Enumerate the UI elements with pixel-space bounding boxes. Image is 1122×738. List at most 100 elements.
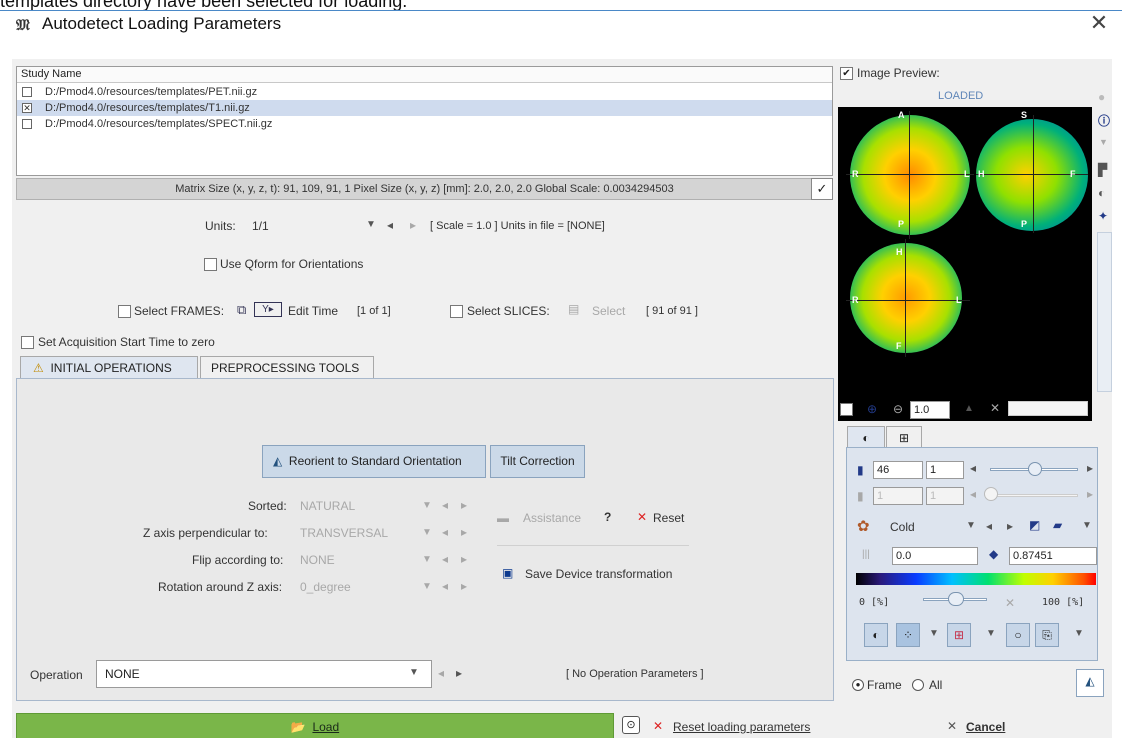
tab-preprocessing-tools[interactable]: PREPROCESSING TOOLS	[200, 356, 374, 380]
export-menu-icon[interactable]: ▼	[1074, 628, 1084, 639]
slice-next-icon[interactable]: ▸	[1087, 461, 1093, 475]
circle-tool-button[interactable]: ○	[1006, 623, 1030, 647]
frame-slider[interactable]	[990, 494, 1078, 497]
select-frames-checkbox[interactable]	[118, 305, 131, 318]
operation-dropdown-icon[interactable]: ▼	[409, 667, 419, 678]
grid-tool-button[interactable]: ⊞	[947, 623, 971, 647]
confirm-check-icon[interactable]: ✓	[811, 178, 833, 200]
lut-next-icon[interactable]: ▸	[1007, 519, 1013, 533]
lut-export-icon[interactable]: ▰	[1053, 518, 1062, 532]
edit-time-button[interactable]: Edit Time	[288, 304, 338, 318]
frame-prev-icon[interactable]: ◂	[970, 487, 976, 501]
rotation-prev-icon[interactable]: ◂	[442, 579, 448, 593]
grid-menu-icon[interactable]: ▼	[986, 628, 996, 639]
export-tool-button[interactable]: ⎘	[1035, 623, 1059, 647]
frame-slider-handle[interactable]	[984, 487, 998, 501]
drop-icon[interactable]: ◆	[989, 547, 998, 561]
operation-select[interactable]: NONE	[96, 660, 432, 688]
range-clear-icon[interactable]: ✕	[1005, 596, 1015, 610]
zoom-input[interactable]: 1.0	[910, 401, 950, 419]
lut-invert-icon[interactable]: ◩	[1029, 518, 1040, 532]
load-button[interactable]: 📂 Load	[16, 713, 614, 738]
slices-select-button[interactable]: Select	[592, 304, 625, 318]
zaxis-value[interactable]: TRANSVERSAL	[300, 526, 388, 540]
operation-next-icon[interactable]: ▸	[456, 666, 462, 680]
slice-prev-icon[interactable]: ◂	[970, 461, 976, 475]
study-row[interactable]: D:/Pmod4.0/resources/templates/PET.nii.g…	[17, 84, 832, 100]
frame-input[interactable]: 1	[873, 487, 923, 505]
transversal-slice[interactable]	[850, 115, 970, 235]
acq-start-checkbox[interactable]	[21, 336, 34, 349]
units-next-icon[interactable]: ▸	[410, 218, 416, 232]
preview-scrollbar[interactable]	[1097, 232, 1112, 392]
units-prev-icon[interactable]: ◂	[387, 218, 393, 232]
rotation-value[interactable]: 0_degree	[300, 580, 351, 594]
reset-params-button[interactable]: Reset loading parameters	[673, 720, 810, 734]
all-radio[interactable]	[912, 679, 924, 691]
assistance-button[interactable]: Assistance	[523, 511, 581, 525]
close-window-button[interactable]: ✕	[1086, 10, 1112, 36]
slice-input[interactable]: 46	[873, 461, 923, 479]
crosshair-tool-icon[interactable]: ✦	[1098, 209, 1108, 223]
apply-orientation-button[interactable]: ◭	[1076, 669, 1104, 697]
units-dropdown-icon[interactable]: ▼	[366, 219, 376, 230]
reorient-button[interactable]: ◭ Reorient to Standard Orientation	[262, 445, 486, 478]
cancel-button[interactable]: Cancel	[966, 720, 1005, 734]
frame-next-icon[interactable]: ▸	[1087, 487, 1093, 501]
flip-value[interactable]: NONE	[300, 553, 335, 567]
slice-step-input[interactable]: 1	[926, 461, 964, 479]
zoom-clear-icon[interactable]: ✕	[990, 401, 1000, 415]
coronal-slice[interactable]	[850, 243, 962, 353]
info-icon[interactable]: ⓘ	[1098, 112, 1110, 129]
operation-prev-icon[interactable]: ◂	[438, 666, 444, 680]
frame-step-input[interactable]: 1	[926, 487, 964, 505]
study-row-checkbox[interactable]	[22, 119, 32, 129]
palette-icon[interactable]: ✿	[857, 517, 870, 535]
study-list-header[interactable]: Study Name	[17, 67, 832, 83]
study-row-checkbox[interactable]	[22, 87, 32, 97]
frame-radio[interactable]: ●	[852, 679, 864, 691]
flip-dropdown-icon[interactable]: ▼	[422, 554, 432, 565]
select-slices-checkbox[interactable]	[450, 305, 463, 318]
flip-next-icon[interactable]: ▸	[461, 552, 467, 566]
study-list[interactable]: Study Name D:/Pmod4.0/resources/template…	[16, 66, 833, 176]
zoom-slider[interactable]	[1008, 401, 1088, 416]
lut-name[interactable]: Cold	[890, 520, 915, 534]
rotation-dropdown-icon[interactable]: ▼	[422, 581, 432, 592]
qform-checkbox[interactable]	[204, 258, 217, 271]
zoom-in-icon[interactable]: ⊕	[867, 402, 877, 416]
flip-prev-icon[interactable]: ◂	[442, 552, 448, 566]
contrast-icon[interactable]: ◐	[1098, 186, 1105, 200]
circle-icon[interactable]: ●	[1098, 90, 1105, 104]
frames-settings-icon[interactable]: ⧉	[237, 302, 246, 318]
study-row[interactable]: D:/Pmod4.0/resources/templates/SPECT.nii…	[17, 116, 832, 132]
tilt-correction-button[interactable]: Tilt Correction	[490, 445, 585, 478]
sorted-dropdown-icon[interactable]: ▼	[422, 500, 432, 511]
down-arrow-icon[interactable]: ▼	[1099, 137, 1108, 147]
image-preview[interactable]: A R L P S H F P H R L F	[838, 107, 1092, 421]
zaxis-dropdown-icon[interactable]: ▼	[422, 527, 432, 538]
color-bar[interactable]	[856, 573, 1096, 585]
zoom-sync-checkbox[interactable]	[840, 403, 853, 416]
sorted-next-icon[interactable]: ▸	[461, 498, 467, 512]
frames-y-icon[interactable]: Y▸	[254, 302, 282, 317]
contrast-tool-button[interactable]: ◐	[864, 623, 888, 647]
study-row[interactable]: ✕ D:/Pmod4.0/resources/templates/T1.nii.…	[17, 100, 832, 116]
lut-menu-icon[interactable]: ▼	[1082, 520, 1092, 531]
slice-slider-handle[interactable]	[1028, 462, 1042, 476]
zaxis-next-icon[interactable]: ▸	[461, 525, 467, 539]
save-device-button[interactable]: Save Device transformation	[525, 567, 672, 581]
lut-prev-icon[interactable]: ◂	[986, 519, 992, 533]
max-value-input[interactable]: 0.87451	[1009, 547, 1097, 565]
sorted-value[interactable]: NATURAL	[300, 499, 355, 513]
layout-icon[interactable]: ▛	[1098, 163, 1107, 177]
sorted-prev-icon[interactable]: ◂	[442, 498, 448, 512]
min-value-input[interactable]: 0.0	[892, 547, 978, 565]
zaxis-prev-icon[interactable]: ◂	[442, 525, 448, 539]
study-row-checkbox[interactable]: ✕	[22, 103, 32, 113]
reset-button[interactable]: Reset	[653, 511, 684, 525]
play-icon[interactable]: ⊙	[622, 716, 640, 734]
zoom-out-icon[interactable]: ⊖	[893, 402, 903, 416]
dots-menu-icon[interactable]: ▼	[929, 628, 939, 639]
range-slider-handle[interactable]	[948, 592, 964, 606]
